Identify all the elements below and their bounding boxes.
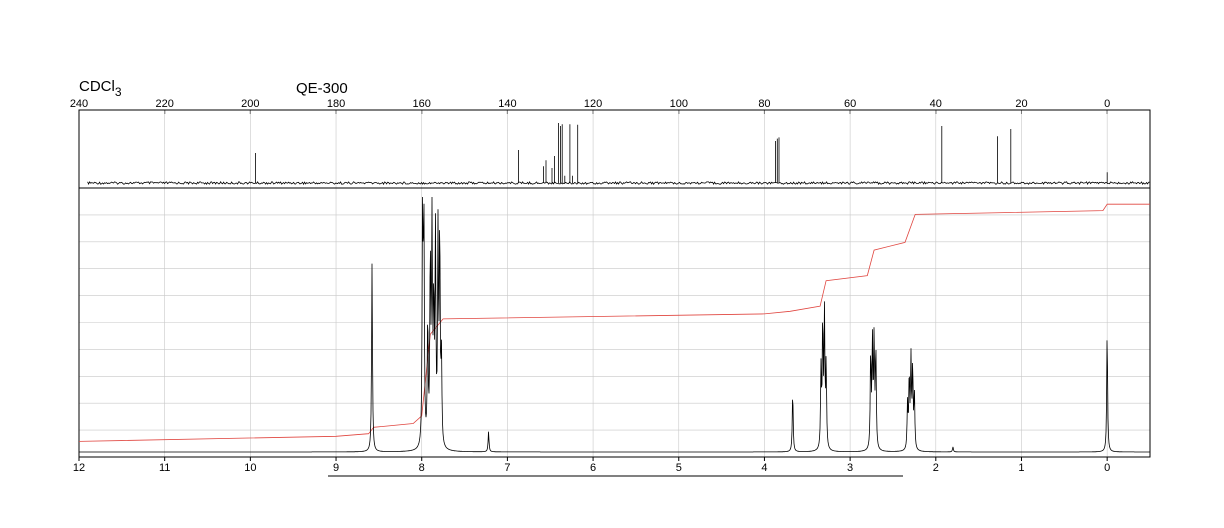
carbon-spectrum-trace xyxy=(87,123,1150,186)
proton-spectrum-panel: 12 11 10 9 8 7 6 5 4 3 2 1 0 xyxy=(73,187,1151,474)
proton-tick-label: 11 xyxy=(159,462,170,474)
proton-tick-label: 10 xyxy=(244,462,256,474)
proton-tick-label: 5 xyxy=(676,462,682,474)
proton-tick-label: 0 xyxy=(1104,462,1110,474)
carbon-tick-label: 0 xyxy=(1104,98,1110,110)
carbon-grid xyxy=(164,110,1108,188)
carbon-tick-label: 140 xyxy=(498,98,516,110)
proton-spectrum-trace xyxy=(79,196,1150,453)
carbon-tick-label: 200 xyxy=(241,98,259,110)
proton-tick-label: 4 xyxy=(761,462,767,474)
carbon-spectrum-panel: 240 220 200 180 160 140 120 100 80 60 40 20 0 xyxy=(70,98,1151,189)
solvent-subscript: 3 xyxy=(115,85,122,99)
proton-grid xyxy=(79,188,1150,457)
carbon-tick-label: 20 xyxy=(1015,98,1027,110)
proton-tick-label: 2 xyxy=(933,462,939,474)
proton-tick-label: 9 xyxy=(333,462,339,474)
carbon-tick-label: 80 xyxy=(758,98,770,110)
carbon-tick-label: 40 xyxy=(930,98,942,110)
solvent-label: CDCl3 xyxy=(79,78,122,99)
carbon-plot-frame xyxy=(78,109,1151,189)
proton-tick-label: 12 xyxy=(73,462,85,474)
carbon-tick-label: 180 xyxy=(327,98,345,110)
carbon-tick-label: 60 xyxy=(844,98,856,110)
proton-tick-label: 1 xyxy=(1018,462,1024,474)
proton-tick-label: 6 xyxy=(590,462,596,474)
carbon-axis-ticks: 240 220 200 180 160 140 120 100 80 60 40 20 0 xyxy=(70,98,1110,114)
carbon-tick-label: 240 xyxy=(70,98,88,110)
carbon-tick-label: 100 xyxy=(670,98,688,110)
proton-tick-label: 7 xyxy=(504,462,510,474)
carbon-tick-label: 120 xyxy=(584,98,602,110)
nmr-spectra-figure: CDCl3 QE-300 240 220 200 180 160 140 120 100 80 6… xyxy=(70,78,1151,477)
proton-tick-label: 3 xyxy=(847,462,853,474)
instrument-label: QE-300 xyxy=(296,80,348,97)
carbon-tick-label: 160 xyxy=(413,98,431,110)
proton-axis-ticks: 12 11 10 9 8 7 6 5 4 3 2 1 0 xyxy=(73,457,1110,474)
proton-tick-label: 8 xyxy=(419,462,425,474)
carbon-tick-label: 220 xyxy=(156,98,174,110)
